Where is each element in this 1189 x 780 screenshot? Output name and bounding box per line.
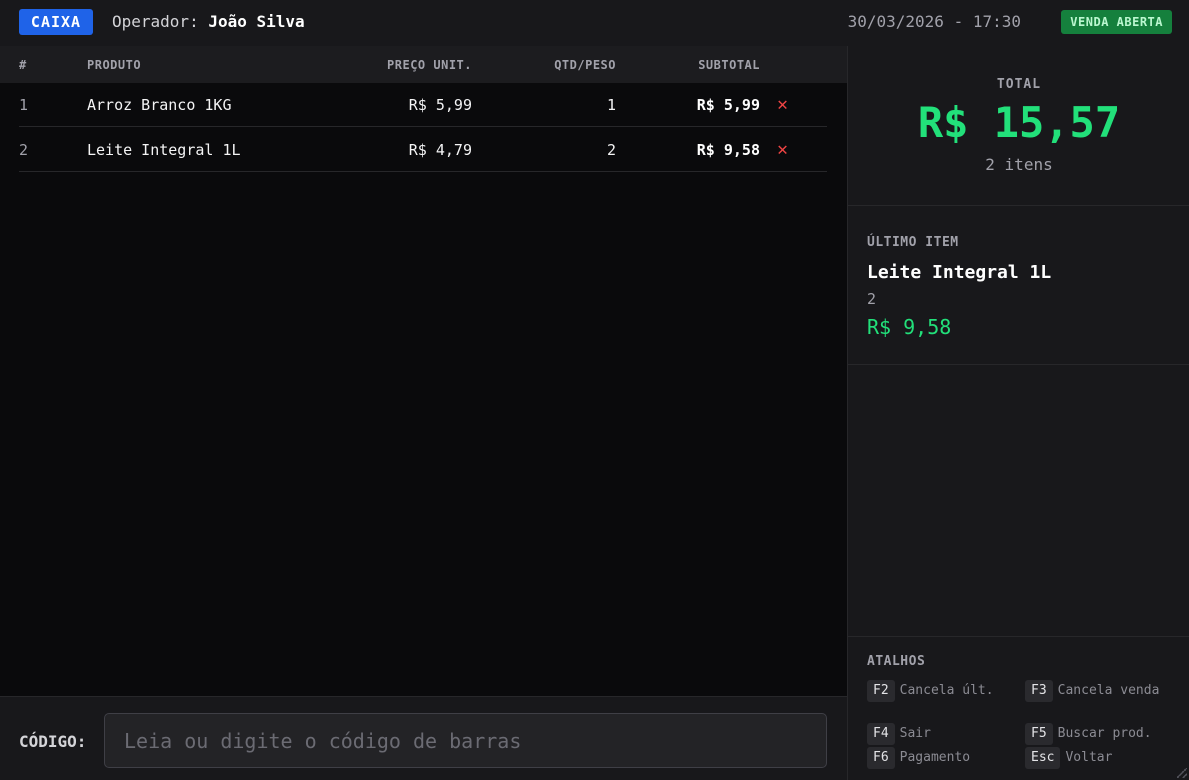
row-unit-price: R$ 4,79 [408,141,472,159]
row-subtotal: R$ 9,58 [696,141,760,159]
total-label: TOTAL [996,77,1042,92]
shortcut-text: Pagamento [899,750,971,765]
operator-name: João Silva [208,12,305,31]
shortcuts-panel: ATALHOS F2 Cancela últ. F3 Cancela venda… [848,636,1189,780]
last-item-price: R$ 9,58 [867,315,952,339]
row-subtotal: R$ 5,99 [696,96,760,114]
shortcut-f2[interactable]: F2 Cancela últ. [867,680,994,702]
row-quantity: 2 [606,141,616,159]
shortcut-key: F4 [867,723,895,745]
total-box: TOTAL R$ 15,57 2 itens [848,46,1189,206]
column-header-quantity: QTD/PESO [554,58,616,72]
resize-grip-icon[interactable] [1177,768,1187,778]
table-row[interactable]: 1 Arroz Branco 1KG R$ 5,99 1 R$ 5,99 ✕ [19,83,827,127]
shortcut-text: Buscar prod. [1057,726,1152,741]
shortcut-esc[interactable]: Esc Voltar [1025,747,1112,769]
column-header-product: PRODUTO [87,58,142,72]
column-header-number: # [19,58,27,72]
shortcut-text: Voltar [1065,750,1113,765]
table-row[interactable]: 2 Leite Integral 1L R$ 4,79 2 R$ 9,58 ✕ [19,128,827,172]
close-icon[interactable]: ✕ [777,139,788,160]
total-value: R$ 15,57 [917,98,1121,147]
shortcut-f3[interactable]: F3 Cancela venda [1025,680,1159,702]
row-number: 2 [19,141,29,159]
shortcut-text: Cancela venda [1057,683,1160,698]
top-bar: CAIXA Operador: João Silva 30/03/2026 - … [0,0,1189,46]
row-product: Leite Integral 1L [87,141,241,159]
column-header-unit-price: PREÇO UNIT. [387,58,472,72]
shortcut-key: F5 [1025,723,1053,745]
row-quantity: 1 [606,96,616,114]
shortcut-key: F6 [867,747,895,769]
status-badge: VENDA ABERTA [1061,10,1172,34]
shortcut-f4[interactable]: F4 Sair [867,723,931,745]
close-icon[interactable]: ✕ [777,94,788,115]
shortcut-text: Sair [899,726,931,741]
table-header: # PRODUTO PREÇO UNIT. QTD/PESO SUBTOTAL [0,46,847,83]
barcode-label: CÓDIGO: [19,732,87,751]
last-item-name: Leite Integral 1L [867,262,1052,283]
last-item-box: ÚLTIMO ITEM Leite Integral 1L 2 R$ 9,58 [848,206,1189,365]
shortcut-f6[interactable]: F6 Pagamento [867,747,970,769]
row-unit-price: R$ 5,99 [408,96,472,114]
datetime: 30/03/2026 - 17:30 [847,12,1021,31]
shortcut-key: F3 [1025,680,1053,702]
shortcuts-label: ATALHOS [867,654,926,669]
row-product: Arroz Branco 1KG [87,96,232,114]
column-header-subtotal: SUBTOTAL [698,58,760,72]
barcode-bar: CÓDIGO: [0,696,847,780]
last-item-label: ÚLTIMO ITEM [867,235,959,250]
shortcut-key: Esc [1025,747,1061,769]
shortcut-key: F2 [867,680,895,702]
sale-items-panel: # PRODUTO PREÇO UNIT. QTD/PESO SUBTOTAL … [0,46,847,696]
row-number: 1 [19,96,29,114]
last-item-quantity: 2 [867,290,877,308]
operator-info: Operador: João Silva [112,12,305,31]
shortcut-f5[interactable]: F5 Buscar prod. [1025,723,1152,745]
operator-label: Operador: [112,12,199,31]
items-count: 2 itens [985,155,1053,174]
shortcut-text: Cancela últ. [899,683,994,698]
barcode-input[interactable] [104,713,827,768]
app-badge: CAIXA [19,9,93,35]
summary-sidebar: TOTAL R$ 15,57 2 itens ÚLTIMO ITEM Leite… [847,46,1189,780]
